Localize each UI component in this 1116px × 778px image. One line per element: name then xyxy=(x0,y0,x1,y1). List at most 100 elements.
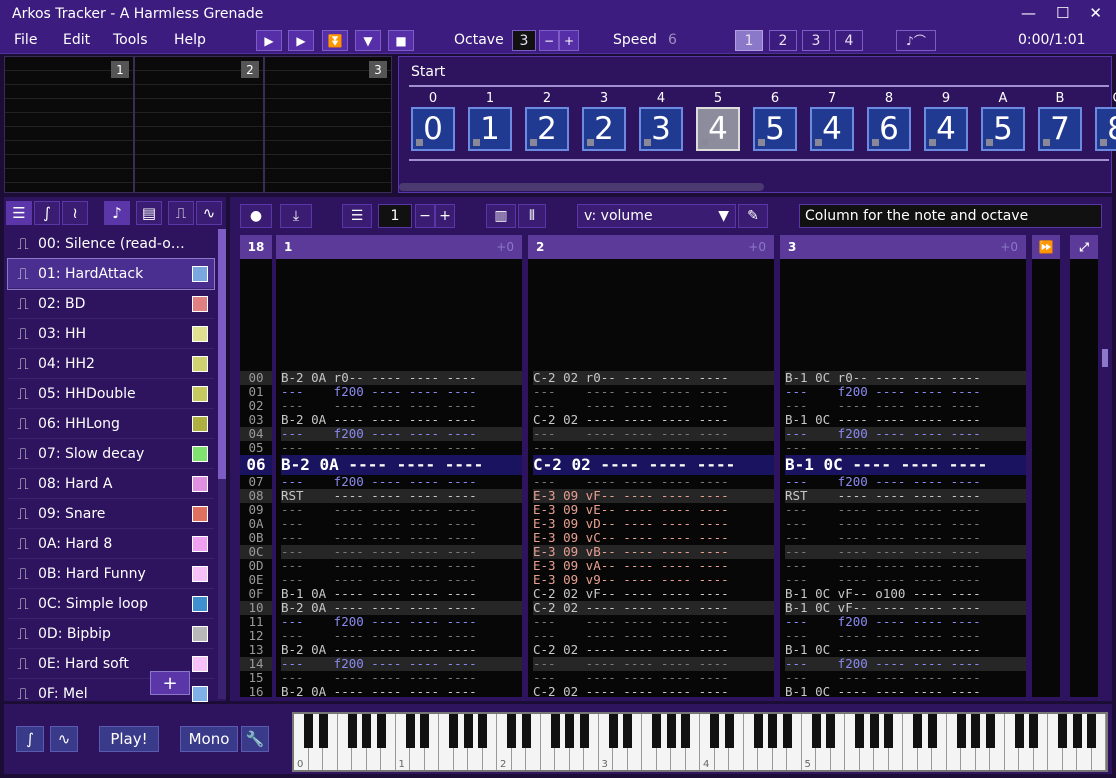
track-cell[interactable]: --- ---- ---- ---- ---- xyxy=(785,441,1026,455)
piano-black-key[interactable] xyxy=(826,714,835,748)
piano-black-key[interactable] xyxy=(1072,714,1082,748)
track-cell[interactable]: --- ---- ---- ---- ---- xyxy=(533,671,774,685)
track-cell[interactable]: B-2 0A ---- ---- ---- xyxy=(281,455,522,475)
piano-black-key[interactable] xyxy=(782,714,792,748)
track-cell[interactable]: --- f200 ---- ---- ---- xyxy=(281,657,522,671)
effect-select[interactable]: v: volume ▼ xyxy=(577,204,736,228)
linker-position[interactable]: 1 xyxy=(468,107,512,151)
piano-black-key[interactable] xyxy=(985,714,995,748)
track-cell[interactable]: --- ---- ---- ---- ---- xyxy=(281,399,522,413)
step-minus-button[interactable]: − xyxy=(415,204,435,228)
track-cell[interactable]: --- ---- ---- ---- ---- xyxy=(533,657,774,671)
pitch-tab-icon[interactable]: ≀ xyxy=(62,201,88,225)
track-cell[interactable]: --- f200 ---- ---- ---- xyxy=(785,615,1026,629)
instrument-item[interactable]: ⎍ 0C: Simple loop xyxy=(8,589,214,619)
follow-button[interactable]: ▼ xyxy=(355,30,381,51)
piano-black-key[interactable] xyxy=(362,714,371,748)
subsong-4[interactable]: 4 xyxy=(835,30,863,51)
mono-button[interactable]: Mono xyxy=(180,726,238,752)
track-cell[interactable]: --- ---- ---- ---- ---- xyxy=(281,629,522,643)
instrument-color-swatch[interactable] xyxy=(192,445,208,462)
instrument-color-swatch[interactable] xyxy=(192,325,208,342)
piano-black-key[interactable] xyxy=(376,714,386,748)
track-cell[interactable]: E-3 09 vF-- ---- ---- ---- xyxy=(533,489,774,503)
instrument-color-swatch[interactable] xyxy=(192,535,208,552)
track-cell[interactable]: B-1 0C ---- ---- ---- ---- xyxy=(785,643,1026,657)
instrument-color-swatch[interactable] xyxy=(192,595,208,612)
piano-black-key[interactable] xyxy=(855,714,864,748)
track-cell[interactable]: E-3 09 vC-- ---- ---- ---- xyxy=(533,531,774,545)
menu-help[interactable]: Help xyxy=(174,32,206,48)
piano-black-key[interactable] xyxy=(652,714,661,748)
track-cell[interactable]: --- ---- ---- ---- ---- xyxy=(281,503,522,517)
piano-black-key[interactable] xyxy=(913,714,922,748)
piano-black-key[interactable] xyxy=(579,714,589,748)
track-cell[interactable]: --- ---- ---- ---- ---- xyxy=(785,545,1026,559)
instrument-color-swatch[interactable] xyxy=(192,385,208,402)
instruments-tab-icon[interactable]: ☰ xyxy=(6,201,32,225)
instrument-item[interactable]: ⎍ 0D: Bipbip xyxy=(8,619,214,649)
piano-black-key[interactable] xyxy=(318,714,328,748)
piano-black-key[interactable] xyxy=(1029,714,1038,748)
instrument-item[interactable]: ⎍ 08: Hard A xyxy=(8,469,214,499)
event-track[interactable]: ⤢ xyxy=(1070,235,1098,697)
linker-position[interactable]: 2 xyxy=(525,107,569,151)
track-cell[interactable]: C-2 02 vF-- ---- ---- ---- xyxy=(533,587,774,601)
linker-position[interactable]: 5 xyxy=(753,107,797,151)
linker-position[interactable]: 4 xyxy=(810,107,854,151)
track-cell[interactable]: --- f200 ---- ---- ---- xyxy=(785,385,1026,399)
track-cell[interactable]: C-2 02 ---- ---- ---- xyxy=(533,455,774,475)
track-cell[interactable]: C-2 02 ---- ---- ---- ---- xyxy=(533,601,774,615)
track-cell[interactable]: --- ---- ---- ---- ---- xyxy=(785,399,1026,413)
list-icon[interactable]: ▤ xyxy=(136,201,162,225)
track-cell[interactable]: B-1 0C ---- ---- ---- ---- xyxy=(785,685,1026,699)
piano-black-key[interactable] xyxy=(623,714,632,748)
stop-button[interactable]: ■ xyxy=(388,30,414,51)
arpeggio-tab-icon[interactable]: ∫ xyxy=(34,201,60,225)
piano-black-key[interactable] xyxy=(1058,714,1067,748)
step-value[interactable]: 1 xyxy=(378,204,412,228)
track-cell[interactable]: --- ---- ---- ---- ---- xyxy=(281,441,522,455)
track-cell[interactable]: --- ---- ---- ---- ---- xyxy=(533,385,774,399)
instrument-item[interactable]: ⎍ 06: HHLong xyxy=(8,409,214,439)
piano-black-key[interactable] xyxy=(420,714,429,748)
linker-position[interactable]: 8 xyxy=(1095,107,1116,151)
piano-black-key[interactable] xyxy=(884,714,893,748)
track-2[interactable]: 2 +0 C-2 02 r0-- ---- ---- ---- --- ---- -… xyxy=(528,235,774,699)
track-cell[interactable]: --- ---- ---- ---- ---- xyxy=(533,427,774,441)
instrument-item[interactable]: ⎍ 00: Silence (read-o… xyxy=(8,229,214,259)
linker-position[interactable]: 2 xyxy=(582,107,626,151)
linker-scrollbar[interactable] xyxy=(399,183,764,191)
piano-black-key[interactable] xyxy=(478,714,487,748)
subsong-2[interactable]: 2 xyxy=(769,30,797,51)
instrument-color-swatch[interactable] xyxy=(192,565,208,582)
piano-black-key[interactable] xyxy=(405,714,415,748)
play-song-button[interactable]: ▶ xyxy=(288,30,314,51)
fast-forward-icon[interactable]: ⏩ xyxy=(1032,235,1060,259)
subsong-1[interactable]: 1 xyxy=(735,30,763,51)
track-cell[interactable]: --- ---- ---- ---- ---- xyxy=(785,573,1026,587)
instrument-color-swatch[interactable] xyxy=(192,475,208,492)
menu-file[interactable]: File xyxy=(14,32,37,48)
close-icon[interactable]: ✕ xyxy=(1089,4,1102,22)
piano-black-key[interactable] xyxy=(565,714,574,748)
track-cell[interactable]: --- ---- ---- ---- ---- xyxy=(281,671,522,685)
columns-icon[interactable]: ⦀ xyxy=(518,204,546,228)
piano-black-key[interactable] xyxy=(1087,714,1096,748)
track-cell[interactable]: --- ---- ---- ---- ---- xyxy=(785,559,1026,573)
maximize-icon[interactable]: ☐ xyxy=(1056,4,1069,22)
piano-black-key[interactable] xyxy=(507,714,516,748)
oscilloscope-icon[interactable]: ♪⌒ xyxy=(896,30,936,51)
linker-position[interactable]: 7 xyxy=(1038,107,1082,151)
track-cell[interactable]: --- ---- ---- ---- ---- xyxy=(533,629,774,643)
track-cell[interactable]: B-1 0A ---- ---- ---- ---- xyxy=(281,587,522,601)
piano-black-key[interactable] xyxy=(347,714,357,748)
track-cell[interactable]: --- ---- ---- ---- ---- xyxy=(785,517,1026,531)
instrument-item[interactable]: ⎍ 04: HH2 xyxy=(8,349,214,379)
piano-black-key[interactable] xyxy=(927,714,937,748)
track-cell[interactable]: B-1 0C r0-- ---- ---- ---- xyxy=(785,371,1026,385)
instrument-scrollbar[interactable] xyxy=(218,229,226,699)
instrument-color-swatch[interactable] xyxy=(192,295,208,312)
track-cell[interactable]: E-3 09 vE-- ---- ---- ---- xyxy=(533,503,774,517)
instrument-item[interactable]: ⎍ 02: BD xyxy=(8,289,214,319)
